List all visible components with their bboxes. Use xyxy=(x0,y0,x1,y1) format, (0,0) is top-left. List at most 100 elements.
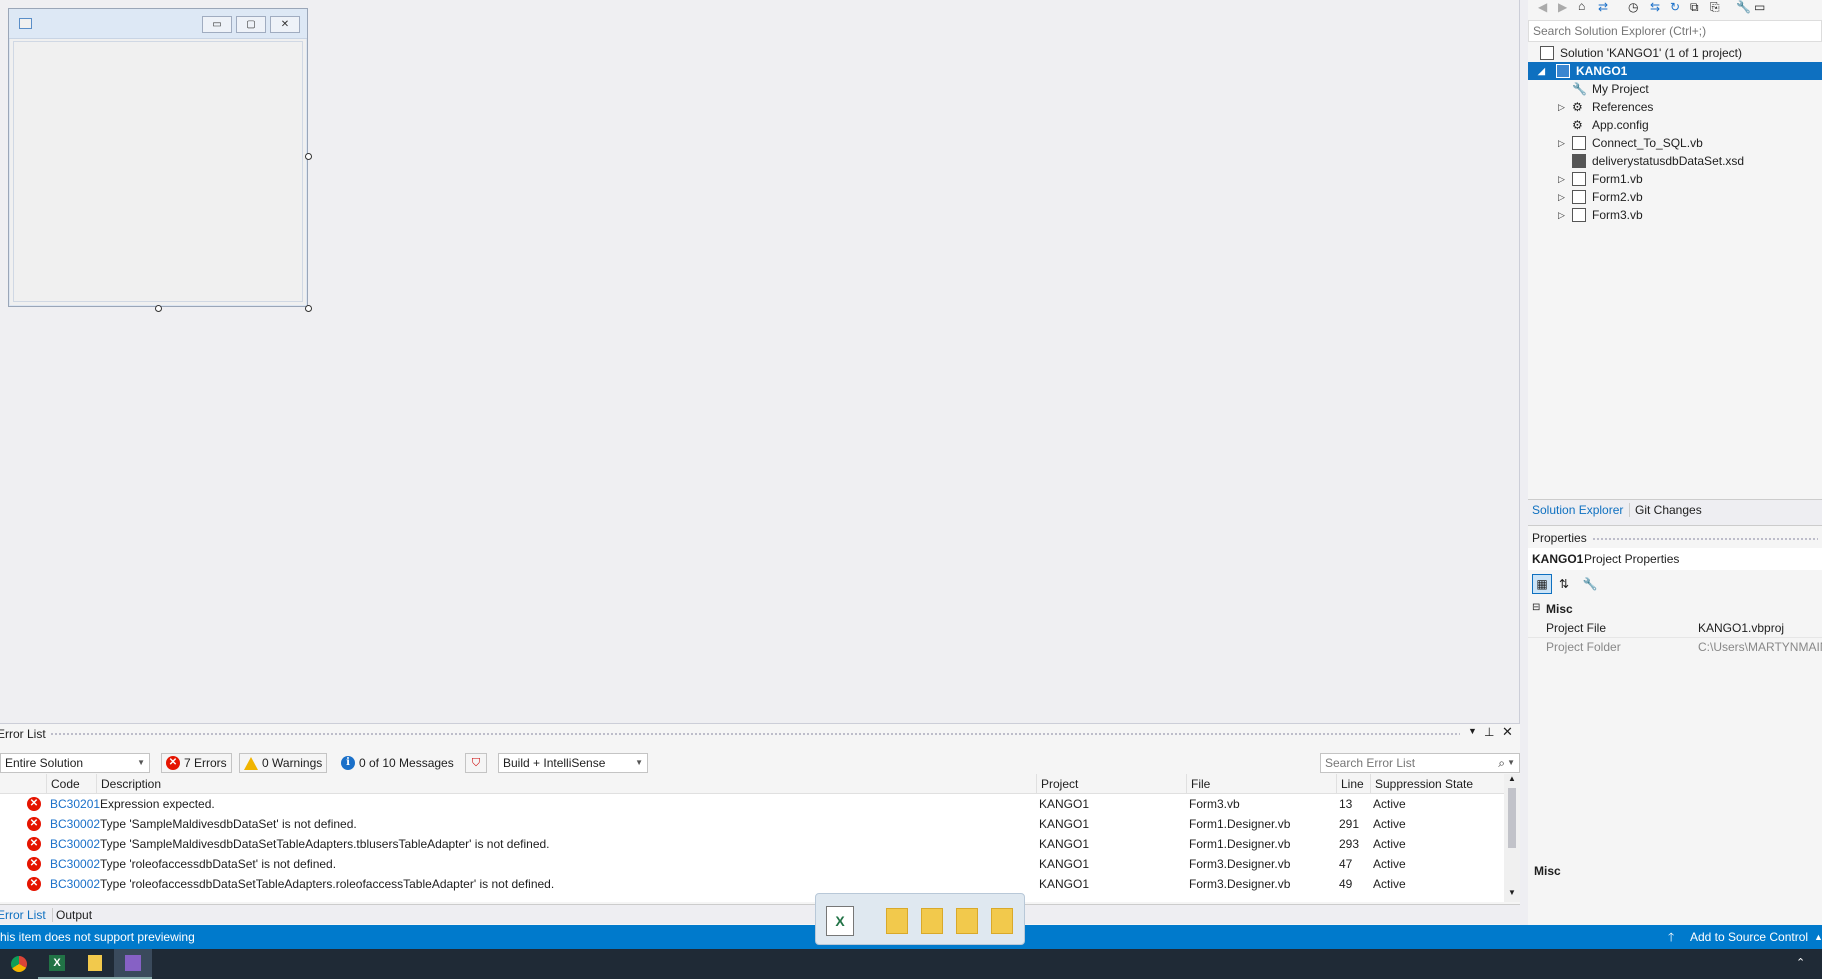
properties-wrench-icon[interactable]: 🔧 xyxy=(1736,0,1751,14)
table-row[interactable]: ✕ BC30201 Expression expected. KANGO1 Fo… xyxy=(0,794,1504,814)
tab-git-changes[interactable]: Git Changes xyxy=(1635,503,1702,517)
messages-filter-button[interactable]: i 0 of 10 Messages xyxy=(336,753,459,773)
column-header-project[interactable]: Project xyxy=(1036,774,1186,794)
tree-item-solution[interactable]: Solution 'KANGO1' (1 of 1 project) xyxy=(1528,44,1822,62)
home-icon[interactable]: ⌂ xyxy=(1578,0,1585,13)
error-code-link[interactable]: BC30002 xyxy=(50,814,100,834)
tab-solution-explorer[interactable]: Solution Explorer xyxy=(1532,503,1631,517)
tree-item-dataset[interactable]: deliverystatusdbDataSet.xsd xyxy=(1528,152,1822,170)
table-row[interactable]: ✕ BC30002 Type 'roleofaccessdbDataSetTab… xyxy=(0,874,1504,894)
folder-icon[interactable] xyxy=(991,908,1013,934)
resize-handle-right[interactable] xyxy=(305,153,312,160)
property-row[interactable]: Project Folder C:\Users\MARTYNMAIN xyxy=(1528,638,1822,657)
properties-object-bar[interactable]: KANGO1 Project Properties xyxy=(1528,548,1822,570)
chevron-down-icon: ▼ xyxy=(635,758,643,767)
table-row[interactable]: ✕ BC30002 Type 'roleofaccessdbDataSet' i… xyxy=(0,854,1504,874)
tree-item-form1[interactable]: ▷ Form1.vb xyxy=(1528,170,1822,188)
column-header-description[interactable]: Description xyxy=(96,774,1036,794)
tab-output[interactable]: Output xyxy=(56,908,92,922)
add-to-source-control-button[interactable]: Add to Source Control xyxy=(1690,925,1808,949)
maximize-icon[interactable]: ▢ xyxy=(236,16,266,33)
scroll-down-icon[interactable]: ▼ xyxy=(1508,888,1516,897)
form-preview-window[interactable]: ▭ ▢ ✕ xyxy=(8,8,308,307)
tab-error-list[interactable]: Error List xyxy=(0,908,53,922)
error-code-link[interactable]: BC30002 xyxy=(50,874,100,894)
error-code-link[interactable]: BC30201 xyxy=(50,794,100,814)
taskbar-excel-icon[interactable]: X xyxy=(38,949,76,979)
column-header-suppression[interactable]: Suppression State xyxy=(1370,774,1504,794)
show-all-files-icon[interactable]: ⎘ xyxy=(1710,0,1720,15)
expander-closed-icon[interactable]: ▷ xyxy=(1558,170,1565,188)
column-header-code[interactable]: Code xyxy=(46,774,96,794)
error-list-scrollbar[interactable]: ▲ ▼ xyxy=(1504,774,1520,902)
excel-file-icon[interactable]: X xyxy=(826,906,854,936)
taskbar-paint-icon[interactable] xyxy=(76,949,114,979)
sync-icon[interactable]: ⇆ xyxy=(1650,0,1660,14)
folder-icon[interactable] xyxy=(956,908,978,934)
tree-item-label: deliverystatusdbDataSet.xsd xyxy=(1592,154,1745,168)
error-search-input[interactable]: Search Error List ⌕ ▼ xyxy=(1320,753,1520,773)
error-code-link[interactable]: BC30002 xyxy=(50,834,100,854)
column-header-line[interactable]: Line xyxy=(1336,774,1370,794)
taskbar-chrome-icon[interactable] xyxy=(0,949,38,979)
system-tray-chevron-icon[interactable]: ⌃ xyxy=(1796,956,1805,969)
scope-select[interactable]: Entire Solution ▼ xyxy=(0,753,150,773)
folder-icon[interactable] xyxy=(886,908,908,934)
errors-filter-button[interactable]: ✕ 7 Errors xyxy=(161,753,232,773)
back-icon[interactable]: ◀ xyxy=(1538,0,1547,14)
column-header-file[interactable]: File xyxy=(1186,774,1336,794)
expander-closed-icon[interactable]: ▷ xyxy=(1558,188,1565,206)
scroll-thumb[interactable] xyxy=(1508,788,1516,848)
build-filter-select[interactable]: Build + IntelliSense ▼ xyxy=(498,753,648,773)
tree-item-project[interactable]: ◢ KANGO1 xyxy=(1528,62,1822,80)
minimize-icon[interactable]: ▭ xyxy=(202,16,232,33)
tree-item-form2[interactable]: ▷ Form2.vb xyxy=(1528,188,1822,206)
error-search-placeholder: Search Error List xyxy=(1325,756,1416,770)
resize-handle-bottom[interactable] xyxy=(155,305,162,312)
alphabetical-icon[interactable]: ⇅ xyxy=(1554,574,1574,594)
close-icon[interactable]: ✕ xyxy=(270,16,300,33)
refresh-icon[interactable]: ↻ xyxy=(1670,0,1680,14)
tree-item-references[interactable]: ▷ ⚙ References xyxy=(1528,98,1822,116)
property-name: Project Folder xyxy=(1546,640,1621,654)
warnings-filter-button[interactable]: 0 Warnings xyxy=(239,753,328,773)
expander-closed-icon[interactable]: ▷ xyxy=(1558,134,1565,152)
tree-item-app-config[interactable]: ⚙ App.config xyxy=(1528,116,1822,134)
filter-toggle-button[interactable]: ⛉ xyxy=(465,753,487,773)
pending-changes-icon[interactable]: ◷ xyxy=(1628,0,1638,14)
tree-item-connect-to-sql[interactable]: ▷ Connect_To_SQL.vb xyxy=(1528,134,1822,152)
pin-icon[interactable]: ⊥ xyxy=(1484,725,1494,739)
dropdown-icon[interactable]: ▼ xyxy=(1468,726,1477,736)
expander-closed-icon[interactable]: ▷ xyxy=(1558,206,1565,224)
table-row[interactable]: ✕ BC30002 Type 'SampleMaldivesdbDataSetT… xyxy=(0,834,1504,854)
forward-icon[interactable]: ▶ xyxy=(1558,0,1567,14)
category-collapse-icon[interactable]: ⊟ xyxy=(1532,602,1540,613)
form-client-area[interactable] xyxy=(13,41,303,302)
switch-views-icon[interactable]: ⇄ xyxy=(1598,0,1608,14)
error-code-link[interactable]: BC30002 xyxy=(50,854,100,874)
tree-item-my-project[interactable]: 🔧 My Project xyxy=(1528,80,1822,98)
property-value: KANGO1.vbproj xyxy=(1698,621,1785,635)
solution-search-input[interactable]: Search Solution Explorer (Ctrl+;) xyxy=(1528,20,1822,42)
collapse-all-icon[interactable]: ⧉ xyxy=(1690,0,1699,15)
property-row[interactable]: Project File KANGO1.vbproj xyxy=(1528,619,1822,638)
resize-handle-corner[interactable] xyxy=(305,305,312,312)
expander-open-icon[interactable]: ◢ xyxy=(1538,62,1545,80)
taskbar-visual-studio-icon[interactable] xyxy=(114,949,152,979)
close-icon[interactable]: ✕ xyxy=(1502,724,1513,740)
preview-icon[interactable]: ▭ xyxy=(1754,0,1765,14)
error-description: Type 'roleofaccessdbDataSet' is not defi… xyxy=(100,857,337,871)
error-description: Type 'SampleMaldivesdbDataSet' is not de… xyxy=(100,817,357,831)
references-icon: ⚙ xyxy=(1572,100,1583,114)
tree-item-form3[interactable]: ▷ Form3.vb xyxy=(1528,206,1822,224)
table-row[interactable]: ✕ BC30002 Type 'SampleMaldivesdbDataSet'… xyxy=(0,814,1504,834)
scroll-up-icon[interactable]: ▲ xyxy=(1508,774,1516,783)
chevron-up-icon[interactable]: ▲ xyxy=(1814,925,1822,949)
column-header-icon[interactable] xyxy=(0,774,46,794)
folder-icon[interactable] xyxy=(921,908,943,934)
property-pages-icon[interactable]: 🔧 xyxy=(1580,574,1600,594)
categorized-icon[interactable]: ▦ xyxy=(1532,574,1552,594)
expander-closed-icon[interactable]: ▷ xyxy=(1558,98,1565,116)
error-icon: ✕ xyxy=(27,857,41,871)
error-state: Active xyxy=(1373,797,1406,811)
